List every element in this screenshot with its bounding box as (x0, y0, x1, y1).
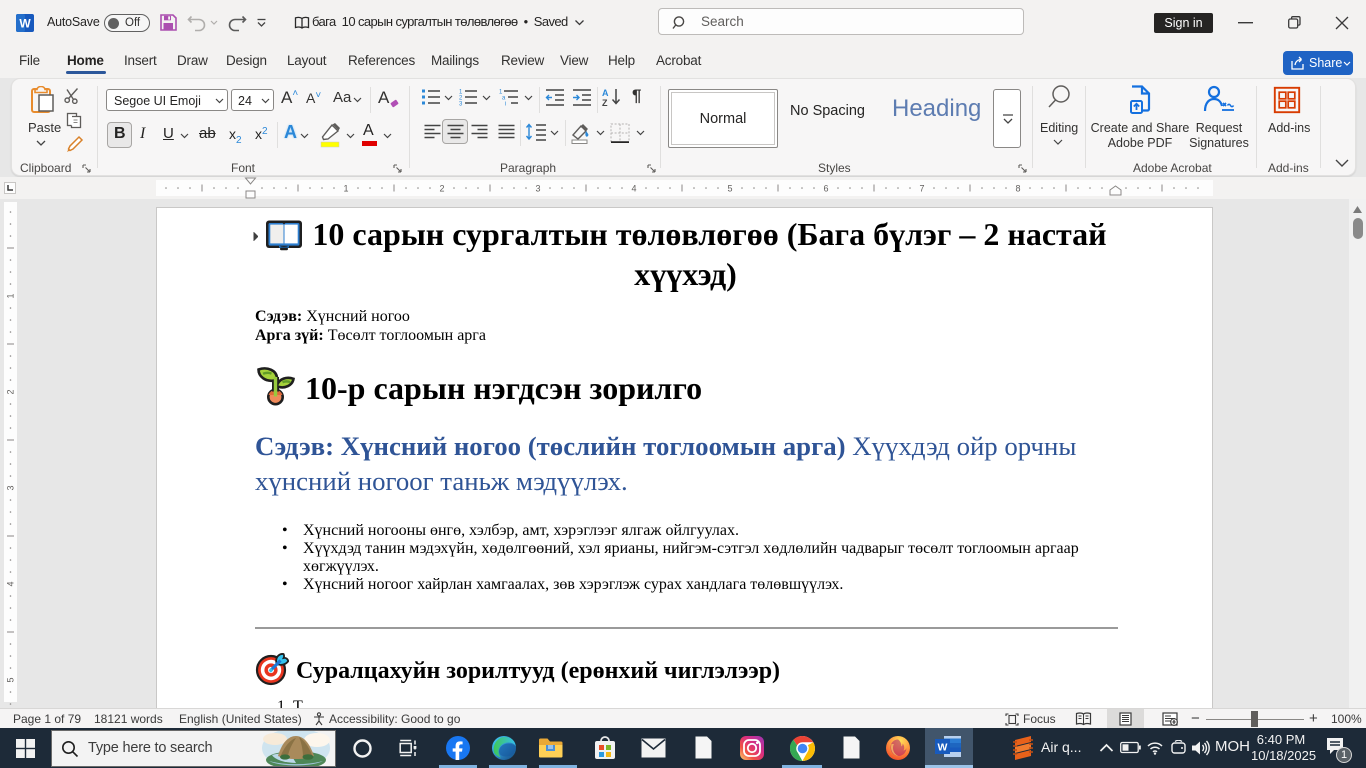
svg-text:W: W (938, 742, 948, 754)
svg-text:3: 3 (6, 485, 16, 490)
svg-text:1: 1 (343, 184, 348, 194)
svg-text:i: i (505, 102, 506, 107)
svg-text:4: 4 (631, 184, 636, 194)
svg-text:3: 3 (535, 184, 540, 194)
svg-text:5: 5 (727, 184, 732, 194)
svg-text:Z: Z (602, 98, 608, 107)
svg-text:7: 7 (919, 184, 924, 194)
svg-text:A: A (602, 88, 609, 98)
svg-text:2: 2 (439, 184, 444, 194)
svg-text:3: 3 (459, 102, 463, 107)
svg-text:2: 2 (6, 389, 16, 394)
svg-text:1: 1 (6, 293, 16, 298)
svg-text:4: 4 (6, 581, 16, 586)
svg-text:6: 6 (823, 184, 828, 194)
svg-text:8: 8 (1015, 184, 1020, 194)
svg-text:W: W (19, 17, 31, 31)
svg-text:5: 5 (6, 677, 16, 682)
